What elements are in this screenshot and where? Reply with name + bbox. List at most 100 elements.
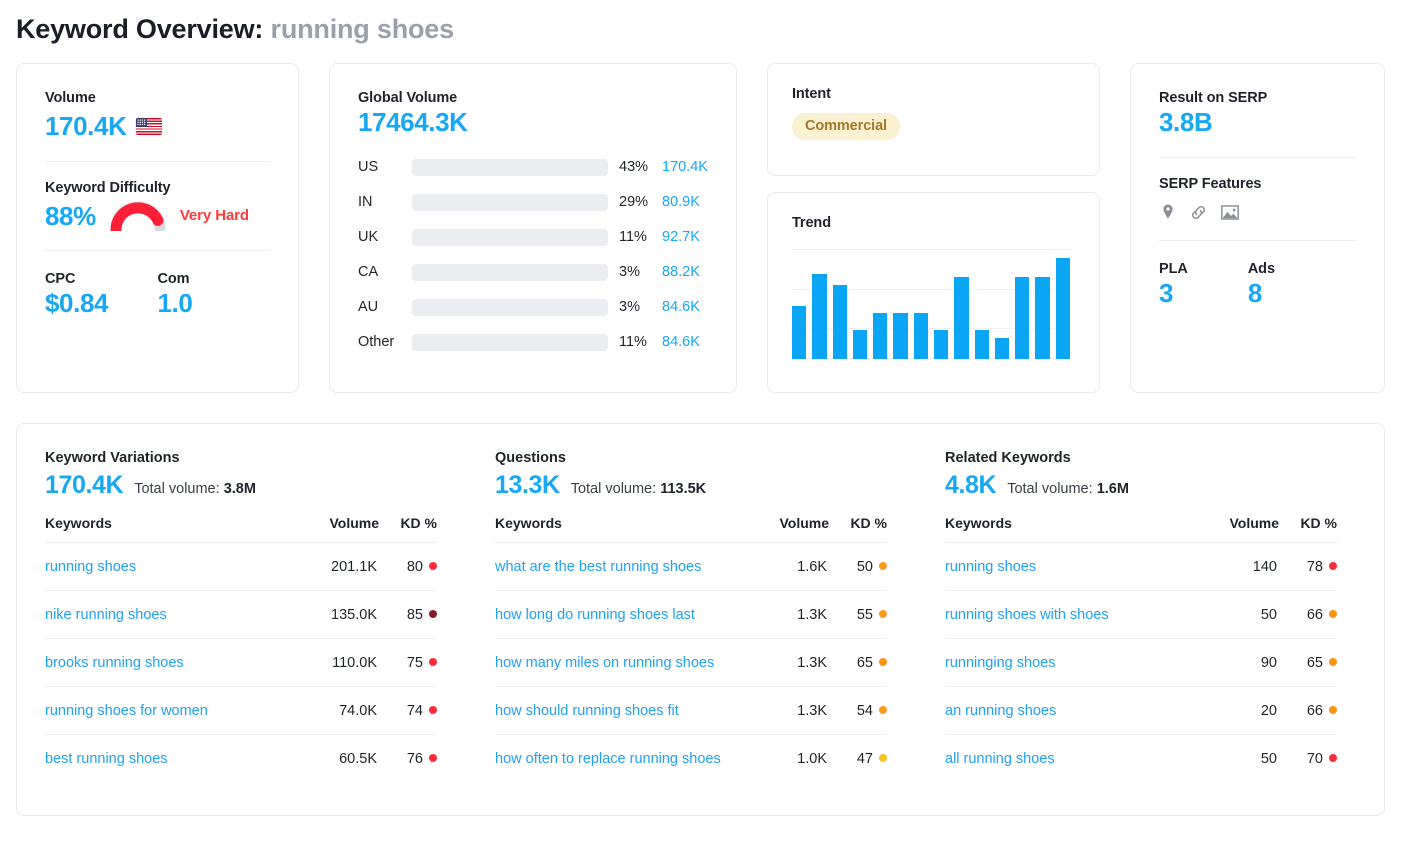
table-row: an running shoes 20 66 [945, 686, 1337, 735]
global-volume-label: Global Volume [358, 90, 458, 106]
divider-4 [1159, 239, 1356, 241]
kd-cell: 76 [379, 735, 437, 783]
volume-cell: 135.0K [301, 590, 379, 639]
country-bar-track [412, 158, 608, 176]
keyword-link[interactable]: nike running shoes [45, 607, 167, 623]
cpc-value: $0.84 [45, 288, 109, 318]
trend-chart [791, 249, 1070, 359]
keyword-link[interactable]: how should running shoes fit [495, 703, 679, 719]
col-kd[interactable]: KD % [829, 515, 887, 543]
country-percent: 29% [619, 194, 649, 210]
trend-bar [913, 312, 928, 359]
country-bars: US 43% 170.4K IN 29% 80.9K UK 11% 92.7K CA 3% 88.2K… [358, 153, 708, 357]
keyword-overview-page: Keyword Overview: running shoes Volume 1… [0, 0, 1401, 858]
country-bar-row: Other 11% 84.6K [358, 328, 708, 357]
kd-dot-icon [429, 754, 437, 762]
com-label: Com [157, 271, 190, 287]
volume-card: Volume 170.4K Keyword Difficulty 88% Ver… [16, 63, 299, 393]
country-volume[interactable]: 92.7K [662, 229, 700, 245]
country-volume[interactable]: 88.2K [662, 264, 700, 280]
keyword-link[interactable]: all running shoes [945, 751, 1055, 767]
kd-cell: 74 [379, 686, 437, 735]
keyword-link[interactable]: what are the best running shoes [495, 559, 701, 575]
keyword-link[interactable]: how long do running shoes last [495, 607, 695, 623]
col-keywords[interactable]: Keywords [495, 515, 769, 543]
kd-dot-icon [1329, 658, 1337, 666]
country-volume[interactable]: 84.6K [662, 299, 700, 315]
keyword-link[interactable]: how often to replace running shoes [495, 751, 721, 767]
volume-cell: 1.6K [768, 542, 829, 591]
keyword-difficulty-block: Keyword Difficulty 88% Very Hard [45, 180, 270, 233]
keyword-link[interactable]: how many miles on running shoes [495, 655, 714, 671]
questions-title: Questions [495, 450, 566, 466]
country-percent: 11% [619, 229, 647, 245]
intent-trend-col: Intent Commercial Trend [766, 63, 1100, 393]
country-code: Other [358, 334, 395, 350]
volume-cell: 50 [1260, 751, 1277, 767]
keyword-cell: how long do running shoes last [495, 590, 769, 639]
serp-features-block: SERP Features [1159, 176, 1356, 222]
keyword-link[interactable]: brooks running shoes [45, 655, 184, 671]
trend-bar [1015, 276, 1030, 359]
intent-badge[interactable]: Commercial [791, 113, 900, 140]
country-volume[interactable]: 80.9K [662, 194, 700, 210]
table-row: how long do running shoes last 1.3K 55 [495, 590, 887, 639]
map-pin-icon[interactable] [1159, 203, 1177, 221]
keyword-variations-count: 170.4K [45, 471, 124, 499]
keyword-cell: running shoes for women [45, 686, 302, 735]
global-volume-col: Global Volume 17464.3K US 43% 170.4K IN 29% 8… [329, 63, 737, 393]
col-keywords[interactable]: Keywords [45, 515, 302, 543]
country-bar-row: US 43% 170.4K [358, 153, 708, 182]
keyword-link[interactable]: runninging shoes [945, 655, 1055, 671]
kd-value: 66 [1306, 703, 1323, 719]
pla-value: 3 [1159, 277, 1174, 308]
kd-value: 50 [856, 559, 873, 575]
link-icon[interactable] [1189, 203, 1208, 222]
serp-features-label: SERP Features [1159, 175, 1262, 192]
country-bar-track [412, 193, 608, 211]
table-row: running shoes 140 78 [945, 542, 1337, 591]
country-volume[interactable]: 84.6K [662, 334, 700, 350]
result-on-serp-value: 3.8B [1159, 107, 1213, 137]
volume-cell: 50 [1201, 590, 1279, 639]
global-volume-value: 17464.3K [358, 107, 468, 137]
kd-value: 70 [1306, 751, 1323, 767]
com-value: 1.0 [157, 288, 193, 318]
col-volume[interactable]: Volume [768, 515, 829, 543]
kd-value: 74 [406, 703, 423, 719]
col-kd[interactable]: KD % [379, 515, 437, 543]
volume-cell: 1.3K [768, 686, 829, 735]
col-kd[interactable]: KD % [1279, 515, 1337, 543]
global-volume-card: Global Volume 17464.3K US 43% 170.4K IN 29% 8… [329, 63, 737, 393]
pla-ads-row: PLA 3 Ads 8 [1159, 261, 1356, 310]
keyword-link[interactable]: running shoes [45, 559, 136, 575]
keyword-cell: best running shoes [45, 735, 301, 783]
keyword-link[interactable]: best running shoes [45, 751, 168, 767]
trend-bar [974, 330, 989, 359]
keyword-link[interactable]: running shoes for women [45, 703, 208, 719]
keyword-cell: nike running shoes [45, 590, 302, 639]
kd-value: 80 [406, 559, 423, 575]
col-volume[interactable]: Volume [301, 515, 379, 543]
kd-dot-icon [879, 610, 887, 618]
col-keywords[interactable]: Keywords [945, 515, 1202, 543]
trend-bar [954, 276, 969, 359]
keyword-link[interactable]: running shoes [945, 559, 1036, 575]
country-volume[interactable]: 170.4K [662, 159, 708, 175]
col-volume[interactable]: Volume [1201, 515, 1279, 543]
ads-block: Ads 8 [1248, 261, 1356, 310]
keyword-cell: how should running shoes fit [495, 686, 769, 735]
related-keywords-count: 4.8K [945, 471, 997, 499]
volume-cell: 90 [1201, 638, 1279, 687]
country-bar-row: IN 29% 80.9K [358, 188, 708, 217]
keyword-link[interactable]: running shoes with shoes [945, 607, 1109, 623]
kd-dot-icon [1329, 706, 1337, 714]
image-icon[interactable] [1220, 203, 1240, 222]
table-header-row: Keywords Volume KD % [45, 515, 437, 543]
keyword-cell: runninging shoes [945, 638, 1202, 687]
intent-card: Intent Commercial [766, 63, 1100, 176]
keyword-variations-summary: 170.4K Total volume: 3.8M [45, 471, 437, 500]
volume-cell: 20 [1201, 686, 1279, 735]
keyword-link[interactable]: an running shoes [945, 703, 1056, 719]
page-title-keyword: running shoes [270, 14, 455, 44]
